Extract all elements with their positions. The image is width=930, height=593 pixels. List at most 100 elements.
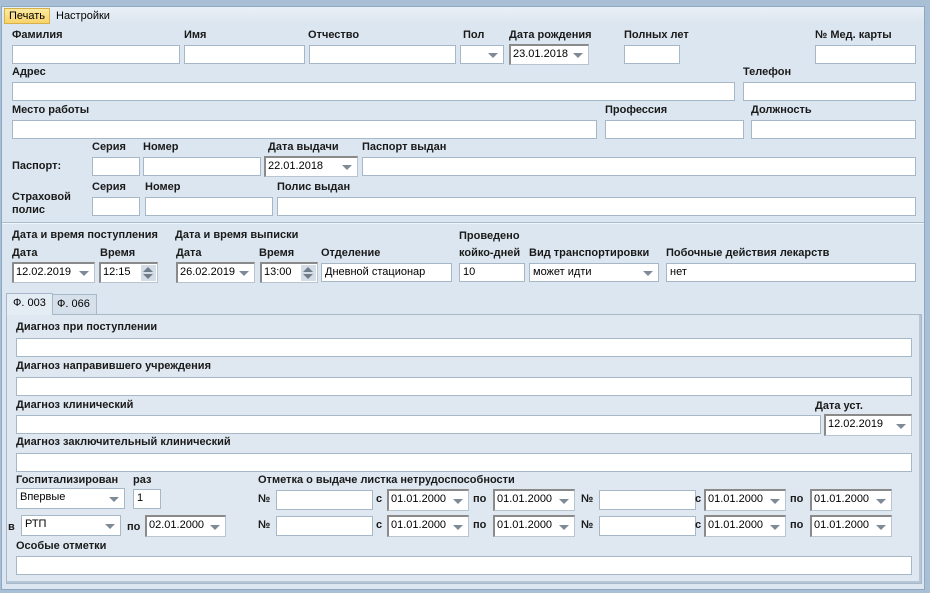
bed-days-input[interactable]: 10 (459, 263, 525, 282)
sick-leave-no-input[interactable] (276, 490, 373, 510)
transport-select[interactable]: может идти (529, 263, 659, 282)
spinner-arrows-icon[interactable] (301, 265, 316, 281)
sick-leave-until-picker[interactable]: 01.01.2000 (493, 515, 575, 537)
workplace-input[interactable] (12, 120, 597, 139)
passport-issue-date-picker-value: 22.01.2018 (268, 160, 324, 172)
patronymic-label: Отчество (308, 29, 360, 41)
chevron-down-icon[interactable] (239, 271, 249, 276)
diag-date-picker[interactable]: 12.02.2019 (824, 414, 912, 436)
chevron-down-icon[interactable] (488, 52, 498, 58)
insurance-series-input[interactable] (92, 197, 140, 216)
sick-leave-no-label: № (581, 519, 594, 531)
passport-series-input[interactable] (92, 157, 140, 176)
chevron-down-icon[interactable] (559, 524, 569, 530)
diag-final-label: Диагноз заключительный клинический (16, 436, 231, 448)
age-label: Полных лет (624, 29, 689, 41)
position-input[interactable] (751, 120, 916, 139)
position-label: Должность (751, 104, 812, 116)
age-input[interactable] (624, 45, 680, 64)
chevron-down-icon[interactable] (109, 496, 119, 502)
admission-time-label: Время (100, 247, 136, 259)
spin-up-icon[interactable] (303, 267, 313, 272)
admission-date-picker[interactable]: 12.02.2019 (12, 262, 95, 283)
department-input[interactable]: Дневной стационар (321, 263, 452, 282)
last-name-input[interactable] (12, 45, 180, 64)
discharge-time-spinner[interactable]: 13:00 (260, 262, 318, 283)
sick-leave-from-picker[interactable]: 01.01.2000 (387, 489, 469, 511)
tab-f003[interactable]: Ф. 003 (6, 293, 53, 315)
patronymic-input[interactable] (309, 45, 456, 64)
sick-leave-until-picker[interactable]: 01.01.2000 (810, 489, 892, 511)
diag-final-input[interactable] (16, 453, 912, 472)
sex-select[interactable] (460, 45, 504, 64)
side-effects-input[interactable]: нет (666, 263, 916, 282)
chevron-down-icon[interactable] (573, 53, 583, 58)
chevron-down-icon[interactable] (79, 271, 89, 276)
chevron-down-icon[interactable] (876, 498, 886, 504)
chevron-down-icon[interactable] (453, 498, 463, 504)
chevron-down-icon[interactable] (770, 524, 780, 530)
notes-label: Особые отметки (16, 540, 107, 552)
passport-number-input[interactable] (143, 157, 261, 176)
bed-days-input-value: 10 (463, 266, 476, 278)
sick-leave-until-picker[interactable]: 01.01.2000 (493, 489, 575, 511)
sick-leave-no-input[interactable] (276, 516, 373, 536)
chevron-down-icon[interactable] (643, 270, 653, 276)
chevron-down-icon[interactable] (876, 524, 886, 530)
chevron-down-icon[interactable] (896, 423, 906, 429)
passport-issued-by-input[interactable] (362, 157, 916, 176)
passport-issue-date-picker[interactable]: 22.01.2018 (264, 156, 358, 177)
admission-time-spinner[interactable]: 12:15 (99, 262, 158, 283)
chevron-down-icon[interactable] (105, 523, 115, 529)
profession-label: Профессия (605, 104, 668, 116)
sick-leave-until-label: по (473, 493, 487, 505)
sick-leave-from-picker[interactable]: 01.01.2000 (704, 489, 786, 511)
diag-referral-input[interactable] (16, 377, 912, 396)
discharge-date-picker[interactable]: 26.02.2019 (176, 262, 255, 283)
birth-date-picker[interactable]: 23.01.2018 (509, 44, 589, 65)
phone-label: Телефон (743, 66, 792, 78)
chevron-down-icon[interactable] (210, 524, 220, 530)
sick-leave-no-input[interactable] (599, 490, 696, 510)
profession-input[interactable] (605, 120, 744, 139)
insurance-series-label: Серия (92, 181, 126, 193)
to-label: по (127, 521, 141, 533)
sick-leave-from-picker[interactable]: 01.01.2000 (387, 515, 469, 537)
sick-leave-from-picker[interactable]: 01.01.2000 (704, 515, 786, 537)
sick-leave-from-label: с (695, 519, 702, 531)
tab-f066[interactable]: Ф. 066 (50, 294, 97, 314)
in-select[interactable]: РТП (21, 515, 121, 536)
spin-down-icon[interactable] (143, 274, 153, 279)
chevron-down-icon[interactable] (342, 165, 352, 170)
address-input[interactable] (12, 82, 735, 101)
sick-leave-until-picker[interactable]: 01.01.2000 (810, 515, 892, 537)
spinner-arrows-icon[interactable] (141, 265, 156, 281)
side-effects-label: Побочные действия лекарств (666, 247, 830, 259)
insurance-number-label: Номер (145, 181, 181, 193)
diag-admission-input[interactable] (16, 338, 912, 357)
sick-leave-no-input[interactable] (599, 516, 696, 536)
first-name-input[interactable] (184, 45, 305, 64)
transport-label: Вид транспортировки (529, 247, 650, 259)
insurance-number-input[interactable] (145, 197, 273, 216)
spin-down-icon[interactable] (303, 274, 313, 279)
notes-input[interactable] (16, 556, 912, 575)
chevron-down-icon[interactable] (559, 498, 569, 504)
sick-leave-label: Отметка о выдаче листка нетрудоспособнос… (258, 474, 515, 486)
card-no-input[interactable] (815, 45, 916, 64)
sick-leave-until-label: по (790, 493, 804, 505)
menu-print[interactable]: Печать (4, 8, 51, 24)
chevron-down-icon[interactable] (770, 498, 780, 504)
sick-leave-from-label: с (376, 519, 383, 531)
spin-up-icon[interactable] (143, 267, 153, 272)
to-date-picker[interactable]: 02.01.2000 (145, 515, 226, 537)
bed-days-label-1: Проведено (459, 230, 520, 242)
menu-settings[interactable]: Настройки (52, 8, 114, 24)
hosp-select[interactable]: Впервые (16, 488, 125, 509)
diag-date-picker-value: 12.02.2019 (828, 418, 884, 430)
chevron-down-icon[interactable] (453, 524, 463, 530)
diag-clinical-input[interactable] (16, 415, 821, 434)
insurance-issued-by-input[interactable] (277, 197, 916, 216)
times-input[interactable]: 1 (133, 489, 161, 509)
phone-input[interactable] (743, 82, 916, 101)
